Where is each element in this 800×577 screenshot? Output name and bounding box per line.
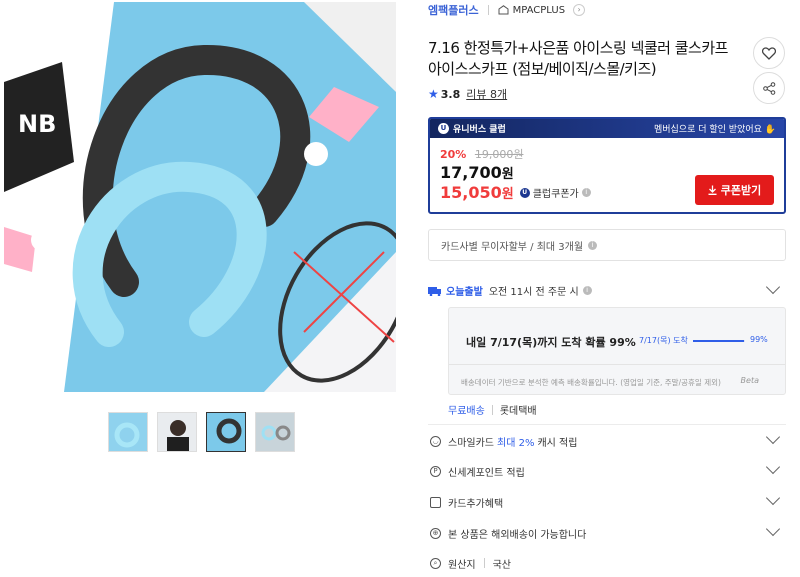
coupon-download-button[interactable]: 쿠폰받기 xyxy=(695,175,774,205)
globe-icon: ⊕ xyxy=(430,527,441,539)
store-link[interactable]: MPACPLUS › xyxy=(498,4,586,16)
overseas-text: 본 상품은 해외배송이 가능합니다 xyxy=(448,529,587,541)
hand-icon: ✋ xyxy=(764,125,776,135)
chevron-down-icon[interactable] xyxy=(765,521,781,537)
divider xyxy=(491,404,493,415)
chevron-right-icon: › xyxy=(573,4,586,16)
coupon-button-label: 쿠폰받기 xyxy=(720,184,762,197)
today-shipping-label: 오늘출발 xyxy=(446,287,483,298)
sale-price-unit: 원 xyxy=(501,167,514,182)
smile-card-row[interactable]: ◡ 스마일카드 최대 2% 캐시 적립 xyxy=(428,429,786,450)
star-icon: ★ xyxy=(428,87,439,101)
delivery-forecast-box: 내일 7/17(목)까지 도착 확률 99% 7/17(목) 도착 99% 배송… xyxy=(448,307,786,395)
club-promo-text: 멤버십으로 더 할인 받았어요 xyxy=(653,125,762,135)
thumbnail-2[interactable] xyxy=(157,412,197,452)
info-icon[interactable]: i xyxy=(588,240,598,250)
shipping-cutoff-text: 오전 11시 전 주문 시 xyxy=(488,287,579,298)
store-name: MPACPLUS xyxy=(512,4,566,16)
store-icon xyxy=(498,5,509,15)
forecast-progress-fill xyxy=(693,340,745,342)
rating-row: ★ 3.8 리뷰 8개 xyxy=(428,86,507,102)
shinsegae-point-text: 신세계포인트 적립 xyxy=(448,467,525,479)
svg-text:NB: NB xyxy=(18,110,56,138)
point-icon: P xyxy=(430,465,441,477)
thumbnail-strip xyxy=(108,412,295,452)
thumbnail-3[interactable] xyxy=(206,412,246,452)
search-icon: ⌕ xyxy=(430,557,441,569)
club-coupon-label: U 클럽쿠폰가 i xyxy=(519,185,591,200)
heart-icon xyxy=(762,46,776,60)
share-button[interactable] xyxy=(753,72,785,104)
chevron-down-icon[interactable] xyxy=(765,490,781,506)
delivery-row[interactable]: 오늘출발 오전 11시 전 주문 시 i xyxy=(428,279,786,298)
origin-row: ⌕ 원산지 국산 xyxy=(428,554,786,572)
info-icon[interactable]: i xyxy=(582,286,592,295)
product-title: 7.16 한정특가+사은품 아이스링 넥쿨러 쿨스카프 아이스스카프 (점보/베… xyxy=(428,39,728,78)
seller-row: 엠팩플러스 MPACPLUS › xyxy=(428,2,586,18)
card-installment-text: 카드사별 무이자할부 / 최대 3개월 xyxy=(441,241,584,253)
download-icon xyxy=(708,185,717,195)
discount-rate: 20% xyxy=(440,148,467,161)
card-extra-row[interactable]: 카드추가혜택 xyxy=(428,490,786,511)
club-price-unit: 원 xyxy=(501,187,514,202)
smile-card-text: 스마일카드 xyxy=(448,437,494,449)
chevron-down-icon[interactable] xyxy=(765,459,781,475)
carrier-name: 롯데택배 xyxy=(499,406,537,417)
review-count-link[interactable]: 리뷰 8개 xyxy=(466,86,507,102)
club-label: 유니버스 클럽 xyxy=(453,125,506,135)
product-main-image[interactable]: NB xyxy=(4,2,396,392)
smile-card-rate: 최대 2% xyxy=(497,437,535,449)
club-promo-link[interactable]: 멤버십으로 더 할인 받았어요 ✋ xyxy=(654,122,776,135)
divider xyxy=(483,558,485,568)
price-box: U 유니버스 클럽 멤버십으로 더 할인 받았어요 ✋ 20% 19,000원 … xyxy=(428,117,786,214)
chevron-down-icon[interactable] xyxy=(765,429,781,445)
overseas-shipping-row[interactable]: ⊕ 본 상품은 해외배송이 가능합니다 xyxy=(428,521,786,542)
shipping-method-row: 무료배송 롯데택배 xyxy=(448,402,537,417)
smile-card-icon: ◡ xyxy=(430,435,441,447)
thumbnail-1[interactable] xyxy=(108,412,148,452)
truck-icon xyxy=(428,287,441,296)
share-icon xyxy=(762,81,775,95)
credit-card-icon xyxy=(430,496,441,508)
free-shipping-label: 무료배송 xyxy=(448,406,485,417)
forecast-progress-bar xyxy=(693,340,745,342)
rating-score: 3.8 xyxy=(440,87,461,101)
divider xyxy=(428,424,786,425)
forecast-percent: 99% xyxy=(750,335,768,344)
club-header: U 유니버스 클럽 멤버십으로 더 할인 받았어요 ✋ xyxy=(430,119,784,138)
seller-name[interactable]: 엠팩플러스 xyxy=(428,2,479,18)
thumbnail-4[interactable] xyxy=(255,412,295,452)
shinsegae-point-row[interactable]: P 신세계포인트 적립 xyxy=(428,459,786,480)
origin-label: 원산지 xyxy=(448,559,476,571)
sale-price-amount: 17,700 xyxy=(440,163,502,182)
club-badge-icon: U xyxy=(438,123,449,134)
origin-value: 국산 xyxy=(492,559,512,571)
card-installment-info[interactable]: 카드사별 무이자할부 / 최대 3개월 i xyxy=(428,229,786,261)
club-price-amount: 15,050 xyxy=(440,183,502,202)
forecast-date: 7/17(목) 도착 xyxy=(639,336,688,345)
chevron-down-icon[interactable] xyxy=(765,279,781,295)
card-extra-text: 카드추가혜택 xyxy=(448,498,504,510)
wishlist-button[interactable] xyxy=(753,37,785,69)
smile-card-suffix: 캐시 적립 xyxy=(537,437,578,449)
club-coupon-badge-icon: U xyxy=(519,187,530,198)
club-coupon-text: 클럽쿠폰가 xyxy=(532,189,579,200)
club-price: 15,050원 xyxy=(440,183,514,202)
divider xyxy=(449,364,785,365)
info-icon[interactable]: i xyxy=(581,188,591,197)
forecast-main-text: 내일 7/17(목)까지 도착 확률 99% xyxy=(466,336,636,349)
forecast-note: 배송데이터 기반으로 분석한 예측 배송확률입니다. (영업일 기준, 주말/공… xyxy=(461,378,721,387)
original-price: 19,000원 xyxy=(474,148,524,161)
beta-label: Beta xyxy=(740,376,759,385)
divider xyxy=(487,5,489,15)
